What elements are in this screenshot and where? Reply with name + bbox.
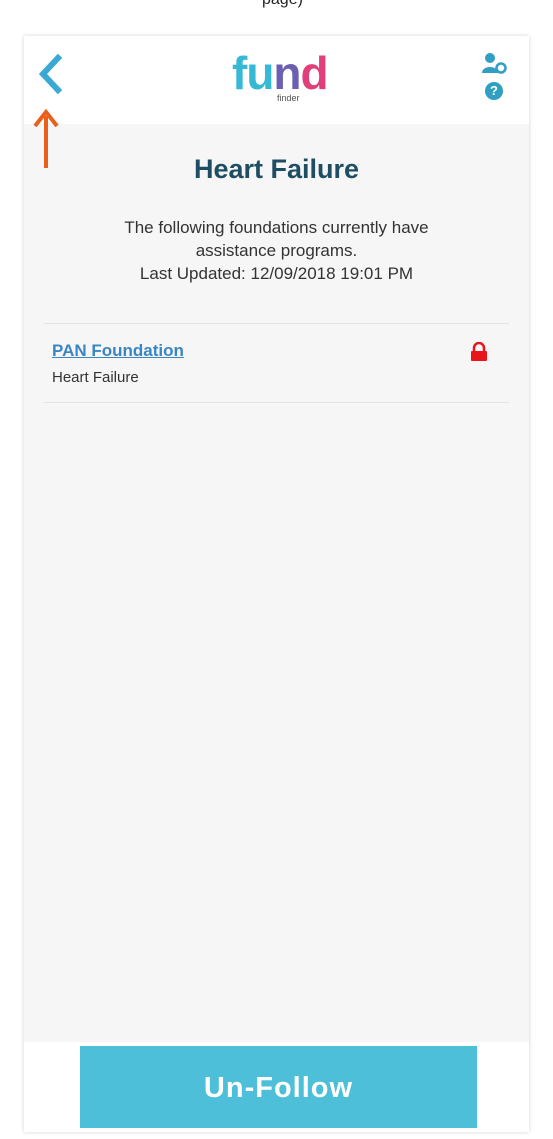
top-strip: page) — [0, 0, 553, 14]
help-button[interactable]: ? — [485, 82, 503, 100]
logo-subtitle: finder — [277, 93, 300, 103]
fund-finder-logo: fund finder — [232, 48, 329, 118]
logo-wordmark: fund — [232, 47, 329, 99]
arrow-up-icon — [33, 108, 59, 168]
page-title: Heart Failure — [193, 154, 360, 184]
intro-line: The following foundations currently have — [124, 218, 429, 237]
foundation-link[interactable]: PAN Foundation — [52, 341, 184, 361]
foundation-list-item[interactable]: PAN Foundation Heart Failure — [52, 336, 502, 396]
top-strip-text: page) — [262, 0, 303, 9]
unfollow-button[interactable]: Un-Follow — [80, 1046, 477, 1128]
user-settings-button[interactable] — [482, 52, 508, 74]
chevron-left-icon — [38, 53, 63, 95]
back-button[interactable] — [36, 52, 66, 96]
user-settings-icon — [482, 53, 507, 74]
help-icon: ? — [490, 83, 498, 98]
header-bar: fund finder ? — [24, 36, 529, 124]
intro-text: The following foundations currently have… — [54, 216, 499, 285]
intro-line: assistance programs. — [195, 241, 358, 260]
divider — [44, 402, 509, 403]
divider — [44, 323, 509, 324]
last-updated: Last Updated: 12/09/2018 19:01 PM — [139, 264, 414, 283]
foundation-disease: Heart Failure — [52, 369, 139, 386]
lock-icon — [471, 342, 487, 361]
app-screen: fund finder ? Heart Failure The followin… — [24, 36, 529, 1132]
